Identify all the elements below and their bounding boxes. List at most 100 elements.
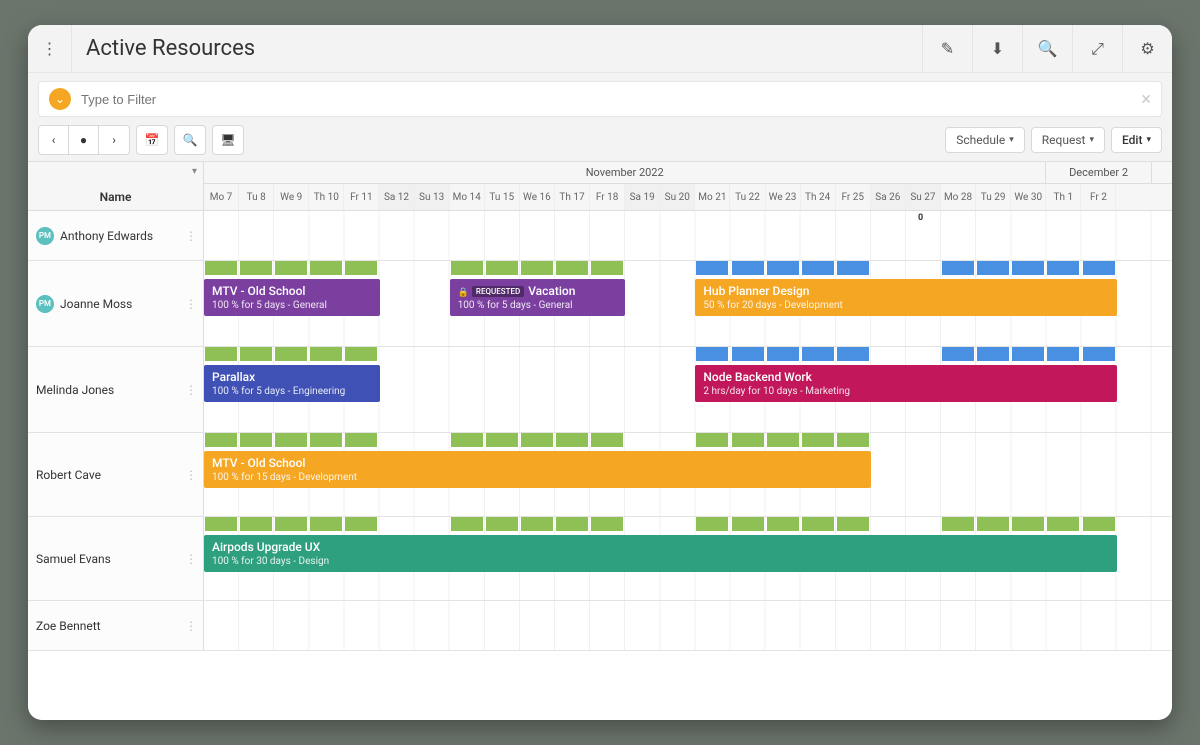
grid-header: ▾ Name November 2022December 2 Mo 7Tu 8W…	[28, 162, 1172, 211]
download-button[interactable]: ⬇	[972, 25, 1022, 73]
row-menu-button[interactable]: ⋮	[185, 552, 197, 566]
row-menu-button[interactable]: ⋮	[185, 468, 197, 482]
availability-segment	[1047, 261, 1079, 275]
booking-bar[interactable]: Parallax100 % for 5 days - Engineering	[204, 365, 380, 402]
schedule-dropdown[interactable]: Schedule▾	[945, 127, 1025, 153]
resource-name-cell[interactable]: Robert Cave⋮	[28, 433, 204, 516]
booking-bar[interactable]: 🔒REQUESTEDVacation 100 % for 5 days - Gen…	[450, 279, 626, 316]
day-cell: Fr 18	[590, 184, 625, 210]
timeline-cell[interactable]: Airpods Upgrade UX100 % for 30 days - De…	[204, 517, 1172, 600]
availability-segment	[696, 261, 728, 275]
filter-clear-button[interactable]: ×	[1141, 89, 1151, 110]
timeline-cell[interactable]: Parallax100 % for 5 days - Engineering No…	[204, 347, 1172, 432]
name-column-header: ▾ Name	[28, 162, 204, 210]
resource-row: Samuel Evans⋮Airpods Upgrade UX100 % for…	[28, 517, 1172, 601]
availability-segment	[1012, 261, 1044, 275]
timeline-cell[interactable]: 0	[204, 211, 1172, 260]
booking-title: Airpods Upgrade UX	[212, 540, 320, 554]
resource-name-cell[interactable]: Zoe Bennett⋮	[28, 601, 204, 650]
booking-title: Node Backend Work	[703, 370, 812, 384]
display-group: 🖥	[212, 125, 244, 155]
booking-bar[interactable]: Node Backend Work 2 hrs/day for 10 days -…	[695, 365, 1116, 402]
availability-segment	[732, 517, 764, 531]
day-cell: Tu 15	[485, 184, 520, 210]
booking-title: MTV - Old School	[212, 456, 305, 470]
edit-dropdown[interactable]: Edit▾	[1111, 127, 1162, 153]
fullscreen-button[interactable]: ⤢	[1072, 25, 1122, 73]
availability-segment	[732, 261, 764, 275]
availability-segment	[310, 517, 342, 531]
row-menu-button[interactable]: ⋮	[185, 229, 197, 243]
availability-segment	[1047, 347, 1079, 361]
filter-input[interactable]	[81, 92, 1141, 107]
row-menu-button[interactable]: ⋮	[185, 297, 197, 311]
booking-bar[interactable]: MTV - Old School 100 % for 15 days - Deve…	[204, 451, 871, 488]
row-menu-button[interactable]: ⋮	[185, 383, 197, 397]
caret-icon: ▾	[1009, 135, 1014, 145]
availability-segment	[486, 517, 518, 531]
prev-button[interactable]: ‹	[39, 126, 69, 154]
today-button[interactable]: ●	[69, 126, 99, 154]
day-cell: Su 20	[660, 184, 695, 210]
row-menu-button[interactable]: ⋮	[185, 619, 197, 633]
request-dropdown[interactable]: Request▾	[1031, 127, 1105, 153]
booking-title-row: 🔒REQUESTEDVacation	[458, 284, 618, 298]
search-button[interactable]: 🔍	[1022, 25, 1072, 73]
status-badge: REQUESTED	[472, 286, 524, 297]
chevron-right-icon: ›	[112, 133, 116, 147]
booking-bar[interactable]: MTV - Old School100 % for 5 days - Gener…	[204, 279, 380, 316]
edit-icon-button[interactable]: ✎	[922, 25, 972, 73]
collapse-icon[interactable]: ▾	[192, 166, 197, 177]
grid-body[interactable]: PMAnthony Edwards⋮0PMJoanne Moss⋮ MTV - O…	[28, 211, 1172, 720]
days-row: Mo 7Tu 8We 9Th 10Fr 11Sa 12Su 13Mo 14Tu …	[204, 184, 1172, 210]
display-button[interactable]: 🖥	[213, 126, 243, 154]
booking-title: Hub Planner Design	[703, 284, 809, 298]
day-cell: Sa 19	[625, 184, 660, 210]
menu-button[interactable]: ⋮	[28, 25, 72, 73]
timeline-cell[interactable]: MTV - Old School 100 % for 15 days - Deve…	[204, 433, 1172, 516]
availability-segment	[451, 433, 483, 447]
settings-button[interactable]: ⚙	[1122, 25, 1172, 73]
resource-row: Zoe Bennett⋮	[28, 601, 1172, 651]
month-cell: November 2022	[204, 162, 1046, 183]
timeline-cell[interactable]: MTV - Old School 100 % for 5 days - Gener…	[204, 261, 1172, 346]
booking-subtitle: 100 % for 15 days - Development	[212, 472, 863, 483]
booking-title-row: MTV - Old School	[212, 284, 372, 298]
zoom-button[interactable]: 🔍	[175, 126, 205, 154]
filter-bar: ⌄ ×	[38, 81, 1162, 117]
booking-title-row: MTV - Old School	[212, 456, 863, 470]
resource-name-cell[interactable]: PMJoanne Moss⋮	[28, 261, 204, 346]
resource-name-cell[interactable]: Melinda Jones⋮	[28, 347, 204, 432]
filter-chip-icon[interactable]: ⌄	[49, 88, 71, 110]
availability-segment	[345, 517, 377, 531]
availability-segment	[205, 261, 237, 275]
booking-subtitle: 100 % for 5 days - Engineering	[212, 386, 372, 397]
caret-icon: ▾	[1146, 135, 1151, 145]
booking-subtitle: 2 hrs/day for 10 days - Marketing	[703, 386, 1108, 397]
resource-name-cell[interactable]: Samuel Evans⋮	[28, 517, 204, 600]
expand-icon: ⤢	[1091, 39, 1104, 59]
calendar-icon: 📅	[145, 133, 160, 147]
avatar: PM	[36, 227, 54, 245]
booking-bar[interactable]: Airpods Upgrade UX100 % for 30 days - De…	[204, 535, 1117, 572]
monitor-icon: 🖥	[220, 133, 235, 147]
booking-bar[interactable]: Hub Planner Design50 % for 20 days - Dev…	[695, 279, 1116, 316]
booking-subtitle: 100 % for 5 days - General	[458, 300, 618, 311]
day-cell: Mo 28	[941, 184, 976, 210]
day-cell: Su 27	[906, 184, 941, 210]
booking-title-row: Airpods Upgrade UX	[212, 540, 1109, 554]
zoom-group: 🔍	[174, 125, 206, 155]
availability-segment	[240, 433, 272, 447]
availability-segment	[1083, 261, 1115, 275]
availability-segment	[275, 433, 307, 447]
day-cell: Sa 26	[871, 184, 906, 210]
next-button[interactable]: ›	[99, 126, 129, 154]
chevron-left-icon: ‹	[52, 133, 56, 147]
calendar-button[interactable]: 📅	[137, 126, 167, 154]
timeline-cell[interactable]	[204, 601, 1172, 650]
day-cell: Tu 29	[976, 184, 1011, 210]
resource-name-cell[interactable]: PMAnthony Edwards⋮	[28, 211, 204, 260]
availability-segment	[451, 261, 483, 275]
availability-segment	[205, 517, 237, 531]
day-cell: Th 24	[801, 184, 836, 210]
